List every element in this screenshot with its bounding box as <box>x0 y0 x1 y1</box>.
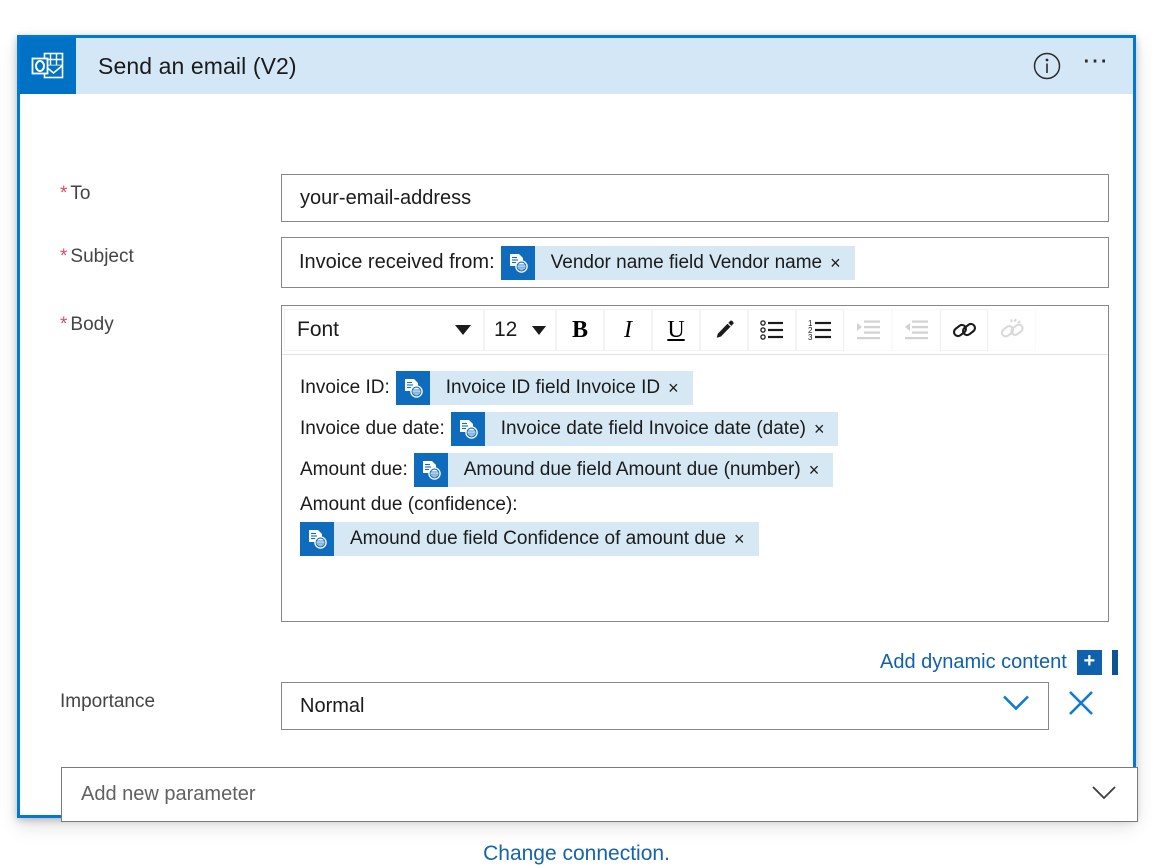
field-row-body: *Body Font 12 B I U <box>36 305 1109 622</box>
header-actions: ⋯ <box>1032 51 1133 81</box>
more-options-icon[interactable]: ⋯ <box>1082 55 1111 77</box>
dynamic-content-icon <box>501 246 535 280</box>
decrease-indent-icon <box>892 309 940 351</box>
plus-icon: + <box>1077 650 1102 675</box>
underline-button[interactable]: U <box>652 309 700 351</box>
dynamic-content-token[interactable]: Amound due field Confidence of amount du… <box>300 522 759 556</box>
body-line-text: Amount due (confidence): <box>300 494 1094 516</box>
field-row-importance: Importance Normal <box>36 682 1096 730</box>
token-label: Invoice date field Invoice date (date) <box>485 418 814 440</box>
body-line-text: Amount due: <box>300 459 408 481</box>
dynamic-content-token[interactable]: Invoice date field Invoice date (date) × <box>451 412 839 446</box>
subject-label: *Subject <box>36 237 281 268</box>
chevron-down-icon <box>455 325 471 335</box>
font-size-value: 12 <box>494 318 517 342</box>
dynamic-content-token[interactable]: Amound due field Amount due (number) × <box>414 453 833 487</box>
body-line: Invoice ID: <box>300 371 1094 405</box>
card-header: Send an email (V2) ⋯ <box>20 38 1133 94</box>
body-line: Amount due: <box>300 453 1094 487</box>
font-size-dropdown[interactable]: 12 <box>484 309 556 351</box>
to-input[interactable]: your-email-address <box>281 174 1109 222</box>
subject-static-text: Invoice received from: <box>299 251 495 274</box>
add-new-parameter-placeholder: Add new parameter <box>81 783 1091 806</box>
token-remove-icon[interactable]: × <box>668 379 693 397</box>
send-email-action-card: Send an email (V2) ⋯ *To your-email-addr… <box>17 35 1136 818</box>
card-body: *To your-email-address *Subject Invoice … <box>20 94 1133 817</box>
token-label: Amound due field Amount due (number) <box>448 459 809 481</box>
body-line: Amount due (confidence): <box>300 494 1094 556</box>
token-label: Amound due field Confidence of amount du… <box>334 528 734 550</box>
required-marker: * <box>60 246 67 267</box>
info-icon[interactable] <box>1032 51 1062 81</box>
token-remove-icon[interactable]: × <box>809 461 834 479</box>
importance-dropdown[interactable]: Normal <box>281 682 1049 730</box>
dynamic-content-icon <box>451 412 485 446</box>
chevron-down-icon <box>1002 695 1030 718</box>
field-row-subject: *Subject Invoice received from: <box>36 237 1109 288</box>
add-new-parameter-dropdown[interactable]: Add new parameter <box>61 767 1138 822</box>
body-line-text: Invoice due date: <box>300 418 445 440</box>
page-title: Send an email (V2) <box>98 53 297 80</box>
token-remove-icon[interactable]: × <box>734 530 759 548</box>
dynamic-content-token[interactable]: Vendor name field Vendor name × <box>501 246 855 280</box>
italic-button[interactable]: I <box>604 309 652 351</box>
plus-accent-bar <box>1112 650 1118 675</box>
add-dynamic-content-button[interactable]: Add dynamic content + <box>880 650 1118 675</box>
required-marker: * <box>60 183 67 204</box>
pen-highlight-icon[interactable] <box>700 309 748 351</box>
body-rich-text-editor[interactable]: Font 12 B I U <box>281 305 1109 622</box>
token-remove-icon[interactable]: × <box>830 254 855 272</box>
token-label: Invoice ID field Invoice ID <box>430 377 668 399</box>
rich-text-toolbar: Font 12 B I U <box>282 306 1108 355</box>
outlook-icon <box>20 38 76 94</box>
font-family-dropdown[interactable]: Font <box>284 309 484 351</box>
insert-link-icon[interactable] <box>940 309 988 351</box>
chevron-down-icon <box>532 326 546 335</box>
importance-label: Importance <box>36 682 281 713</box>
body-label: *Body <box>36 305 281 336</box>
svg-text:3: 3 <box>808 333 813 342</box>
body-line-text: Invoice ID: <box>300 377 390 399</box>
dynamic-content-icon <box>414 453 448 487</box>
body-content-area[interactable]: Invoice ID: <box>282 355 1108 621</box>
body-line: Invoice due date: <box>300 412 1094 446</box>
subject-input[interactable]: Invoice received from: <box>281 237 1109 288</box>
dynamic-content-icon <box>300 522 334 556</box>
bold-button[interactable]: B <box>556 309 604 351</box>
increase-indent-icon <box>844 309 892 351</box>
field-row-to: *To your-email-address <box>36 174 1109 222</box>
delete-parameter-button[interactable] <box>1066 688 1096 723</box>
dynamic-content-icon <box>396 371 430 405</box>
token-remove-icon[interactable]: × <box>814 420 839 438</box>
dynamic-content-token[interactable]: Invoice ID field Invoice ID × <box>396 371 693 405</box>
importance-value: Normal <box>300 695 364 718</box>
add-dynamic-content-label: Add dynamic content <box>880 651 1067 674</box>
token-label: Vendor name field Vendor name <box>535 252 830 274</box>
bulleted-list-icon[interactable] <box>748 309 796 351</box>
to-label: *To <box>36 174 281 205</box>
remove-link-icon <box>988 309 1036 351</box>
numbered-list-icon[interactable]: 1 2 3 <box>796 309 844 351</box>
required-marker: * <box>60 314 67 335</box>
font-family-value: Font <box>297 318 339 342</box>
chevron-down-icon <box>1091 785 1117 805</box>
to-value: your-email-address <box>300 187 471 210</box>
